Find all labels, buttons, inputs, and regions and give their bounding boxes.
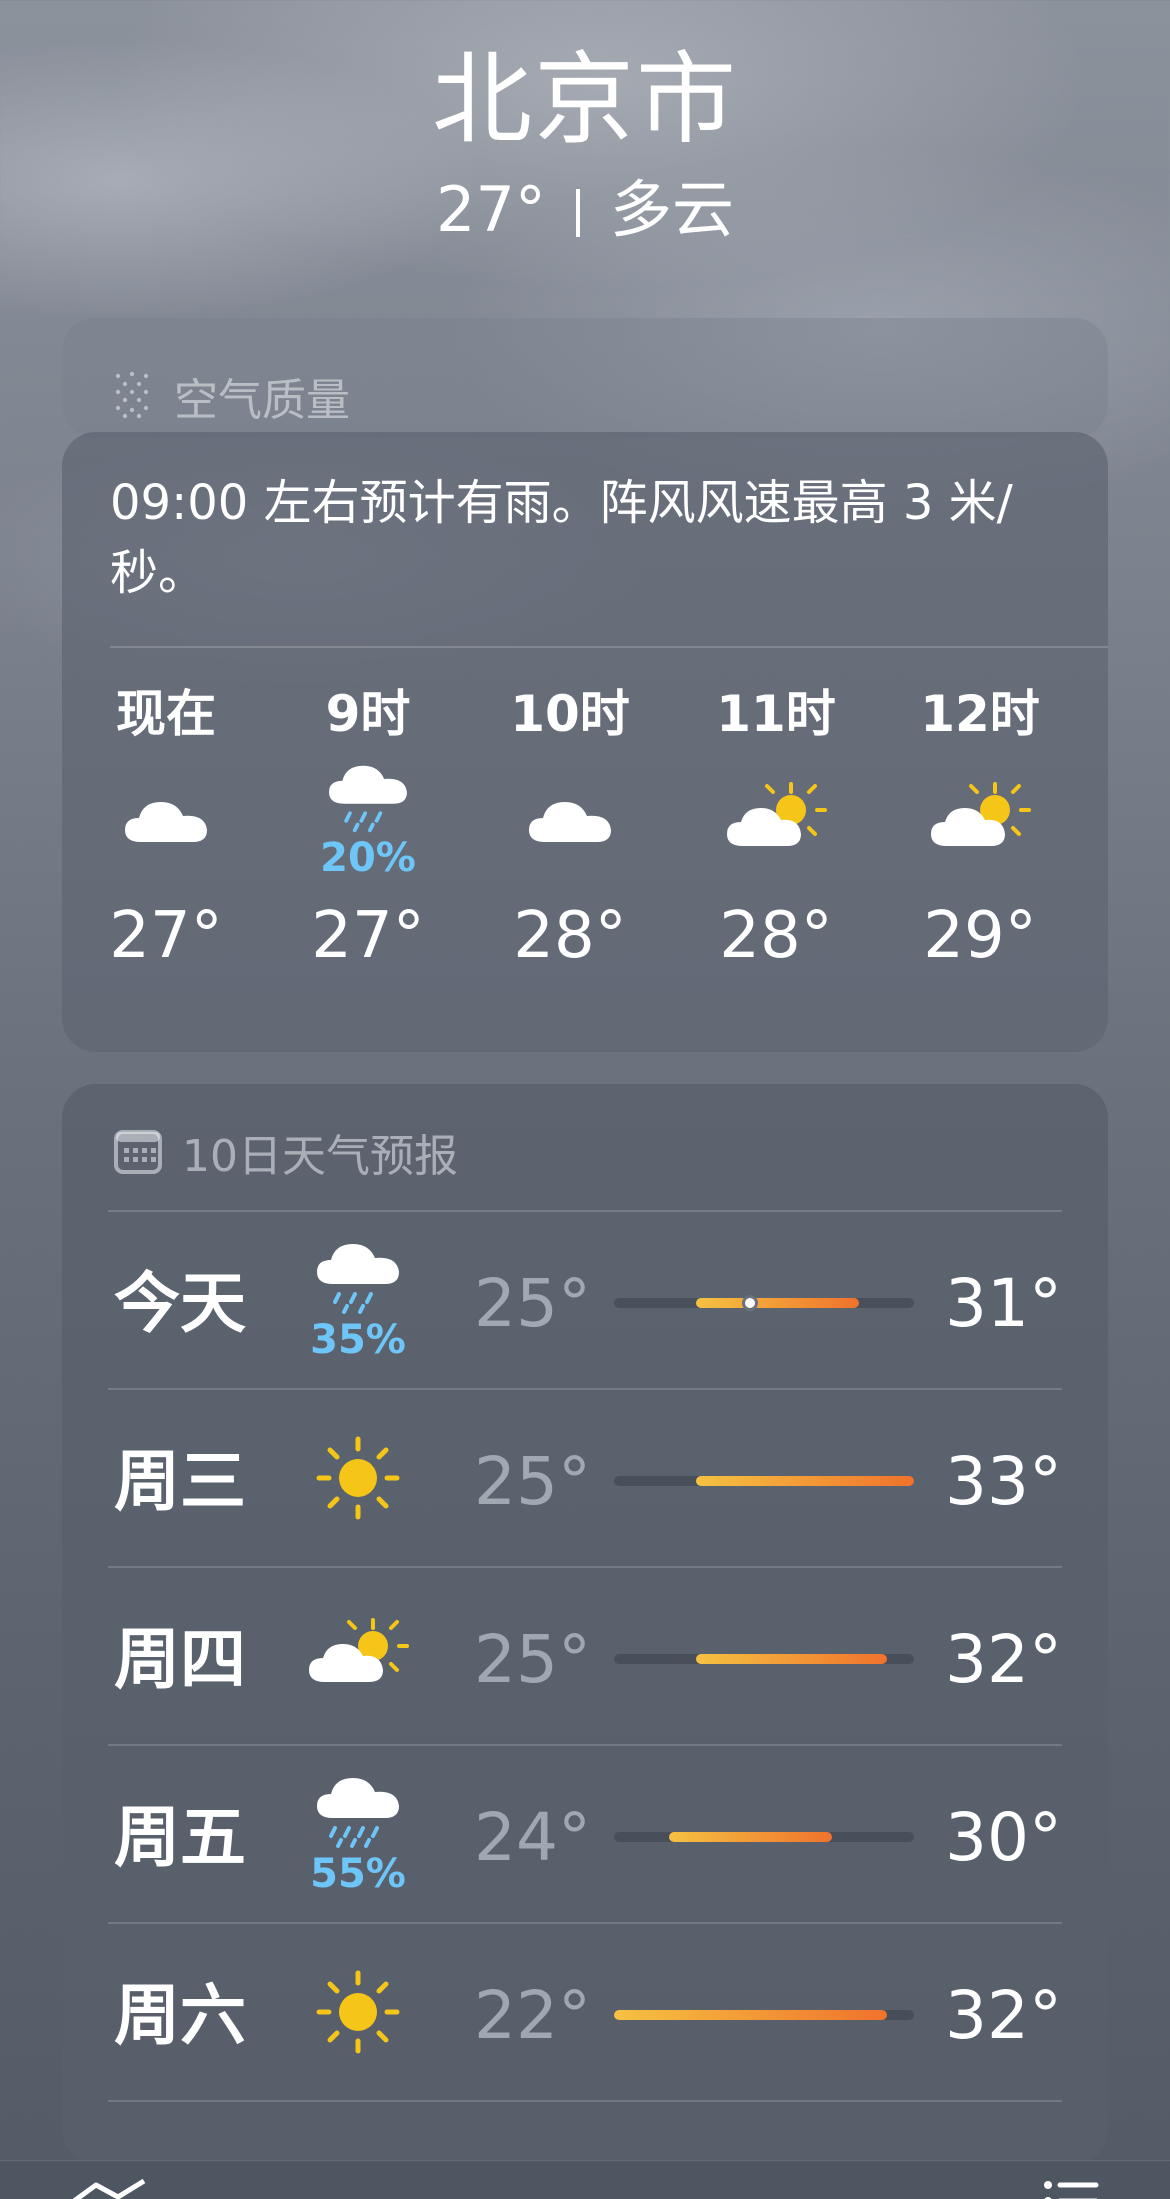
divider: [575, 189, 580, 237]
high-temp: 30°: [945, 1799, 1062, 1876]
partly-cloudy-sun-icon: [931, 782, 1031, 846]
temp-range-bar: [668, 1832, 833, 1842]
precip-chance: 35%: [310, 1317, 406, 1363]
temp-range-track: [614, 1476, 914, 1486]
low-temp: 25°: [474, 1621, 591, 1698]
day-label: 周三: [114, 1443, 246, 1520]
divider: [110, 646, 1108, 648]
day-row[interactable]: 周四 25° 32°: [108, 1566, 1062, 1744]
hour-item: 10时 28°: [490, 682, 650, 976]
weather-icon-slot: [696, 760, 856, 880]
cloud-icon: [529, 802, 611, 842]
partly-cloudy-sun-icon: [309, 1618, 409, 1682]
high-temp: 32°: [945, 1621, 1062, 1698]
current-conditions: 27° 多云: [0, 170, 1170, 250]
hour-item: 9时 20% 27°: [288, 682, 448, 976]
temp-range-track: [614, 1832, 914, 1842]
partly-cloudy-sun-icon: [727, 782, 827, 846]
air-quality-title: 空气质量: [174, 375, 350, 426]
forecast-summary: 09:00 左右预计有雨。阵风风速最高 3 米/秒。: [110, 475, 1013, 601]
sun-icon: [316, 1970, 400, 2054]
current-temp: 27°: [436, 173, 546, 246]
map-icon[interactable]: [70, 2171, 150, 2199]
hour-label: 9时: [325, 685, 411, 743]
weather-icon-slot: [86, 760, 246, 880]
high-temp: 31°: [945, 1265, 1062, 1342]
weather-icon-slot: [298, 1942, 418, 2082]
location-header: 北京市 27° 多云: [0, 40, 1170, 250]
air-quality-card[interactable]: 空气质量: [62, 318, 1108, 438]
weather-icon-slot: 55%: [298, 1764, 418, 1904]
hour-label: 11时: [716, 685, 836, 743]
hour-temp: 28°: [719, 899, 833, 973]
low-temp: 25°: [474, 1265, 591, 1342]
ten-day-header: 10日天气预报: [114, 1120, 458, 1184]
temp-range-track: [614, 2010, 914, 2020]
day-row[interactable]: [108, 2100, 1062, 2164]
air-quality-dots-icon: [115, 371, 149, 419]
hour-label: 12时: [920, 685, 1040, 743]
weather-icon-slot: [298, 1408, 418, 1548]
hour-item: 12时 29°: [900, 682, 1060, 976]
low-temp: 25°: [474, 1443, 591, 1520]
hour-temp: 29°: [923, 899, 1037, 973]
hour-item: 11时 28°: [696, 682, 856, 976]
weather-icon-slot: [298, 1586, 418, 1726]
hour-item: 现在 27°: [86, 682, 246, 976]
temp-range-bar: [695, 1476, 914, 1486]
temp-range-track: [614, 1654, 914, 1664]
temp-range-bar: [614, 2010, 887, 2020]
low-temp: 22°: [474, 1977, 591, 2054]
hour-temp: 27°: [109, 899, 223, 973]
high-temp: 33°: [945, 1443, 1062, 1520]
temp-range-track: [614, 1295, 914, 1311]
day-row[interactable]: 周五 55% 24° 30°: [108, 1744, 1062, 1922]
weather-icon-slot: [900, 760, 1060, 880]
cloud-rain-icon: [317, 1778, 399, 1848]
current-condition: 多云: [609, 173, 734, 246]
weather-icon-slot: 35%: [298, 1230, 418, 1370]
weather-icon-slot: 20%: [288, 760, 448, 880]
day-label: 今天: [114, 1265, 246, 1342]
hourly-forecast-card[interactable]: 09:00 左右预计有雨。阵风风速最高 3 米/秒。 现在 27° 9时 20%…: [62, 432, 1108, 1052]
weather-icon-slot: [490, 760, 650, 880]
current-temp-marker: [742, 1295, 759, 1311]
day-label: 周四: [114, 1621, 246, 1698]
city-name: 北京市: [432, 41, 738, 158]
temp-range-bar: [695, 1654, 887, 1664]
day-row[interactable]: 周三 25° 33°: [108, 1388, 1062, 1566]
hour-temp: 28°: [513, 899, 627, 973]
hour-label: 10时: [510, 685, 630, 743]
day-label: 周五: [114, 1799, 246, 1876]
precip-chance: 55%: [310, 1851, 406, 1897]
sun-icon: [316, 1436, 400, 1520]
temp-range-bar: [695, 1298, 860, 1308]
cloud-icon: [125, 802, 207, 842]
bottom-toolbar: [0, 2160, 1170, 2199]
hour-label: 现在: [116, 685, 216, 743]
cloud-rain-icon: [329, 765, 407, 833]
day-row[interactable]: 周六 22° 32°: [108, 1922, 1062, 2100]
hour-temp: 27°: [311, 899, 425, 973]
weather-icon-slot: [298, 2116, 418, 2164]
calendar-icon: [114, 1130, 162, 1174]
precip-chance: 20%: [320, 835, 416, 881]
ten-day-forecast-card[interactable]: 10日天气预报 今天 35% 25° 31° 周三 25° 33° 周四 25°…: [62, 1084, 1108, 2164]
high-temp: 32°: [945, 1977, 1062, 2054]
ten-day-title: 10日天气预报: [182, 1131, 458, 1182]
air-quality-header: 空气质量: [112, 364, 350, 428]
list-icon[interactable]: [1040, 2175, 1100, 2199]
low-temp: 24°: [474, 1799, 591, 1876]
day-label: 周六: [114, 1977, 246, 2054]
day-row[interactable]: 今天 35% 25° 31°: [108, 1210, 1062, 1388]
cloud-rain-icon: [317, 1244, 399, 1314]
